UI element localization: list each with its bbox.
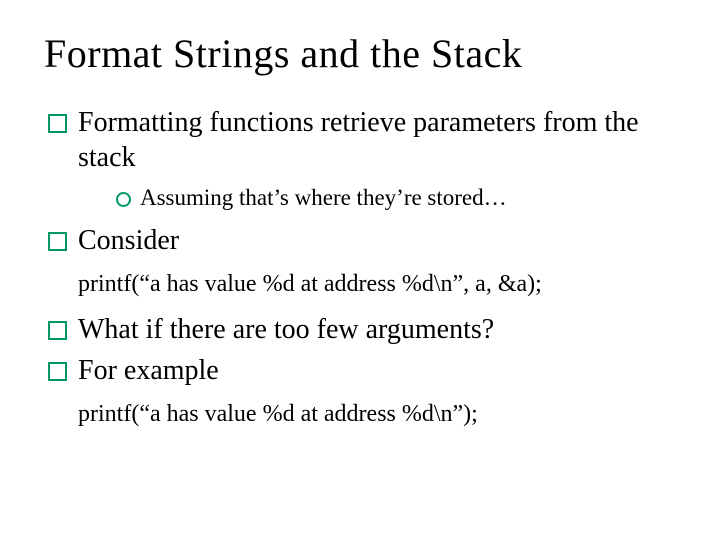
code-line-1: printf(“a has value %d at address %d\n”,… (78, 268, 680, 300)
bullet-text: For example (78, 355, 219, 386)
sub-bullet-text: Assuming that’s where they’re stored… (140, 185, 507, 210)
bullet-item-4: For example (44, 353, 680, 388)
bullet-text: What if there are too few arguments? (78, 314, 494, 345)
bullet-item-1: Formatting functions retrieve parameters… (44, 105, 680, 213)
code-line-2: printf(“a has value %d at address %d\n”)… (78, 398, 680, 430)
slide: Format Strings and the Stack Formatting … (0, 0, 720, 540)
sub-bullet-list: Assuming that’s where they’re stored… (116, 183, 680, 213)
bullet-item-2: Consider (44, 223, 680, 258)
bullet-text: Formatting functions retrieve parameters… (78, 107, 639, 173)
bullet-list-2: What if there are too few arguments? For… (44, 312, 680, 388)
bullet-list: Formatting functions retrieve parameters… (44, 105, 680, 258)
slide-title: Format Strings and the Stack (44, 30, 680, 77)
bullet-text: Consider (78, 225, 179, 256)
bullet-item-3: What if there are too few arguments? (44, 312, 680, 347)
sub-bullet-item: Assuming that’s where they’re stored… (116, 183, 680, 213)
